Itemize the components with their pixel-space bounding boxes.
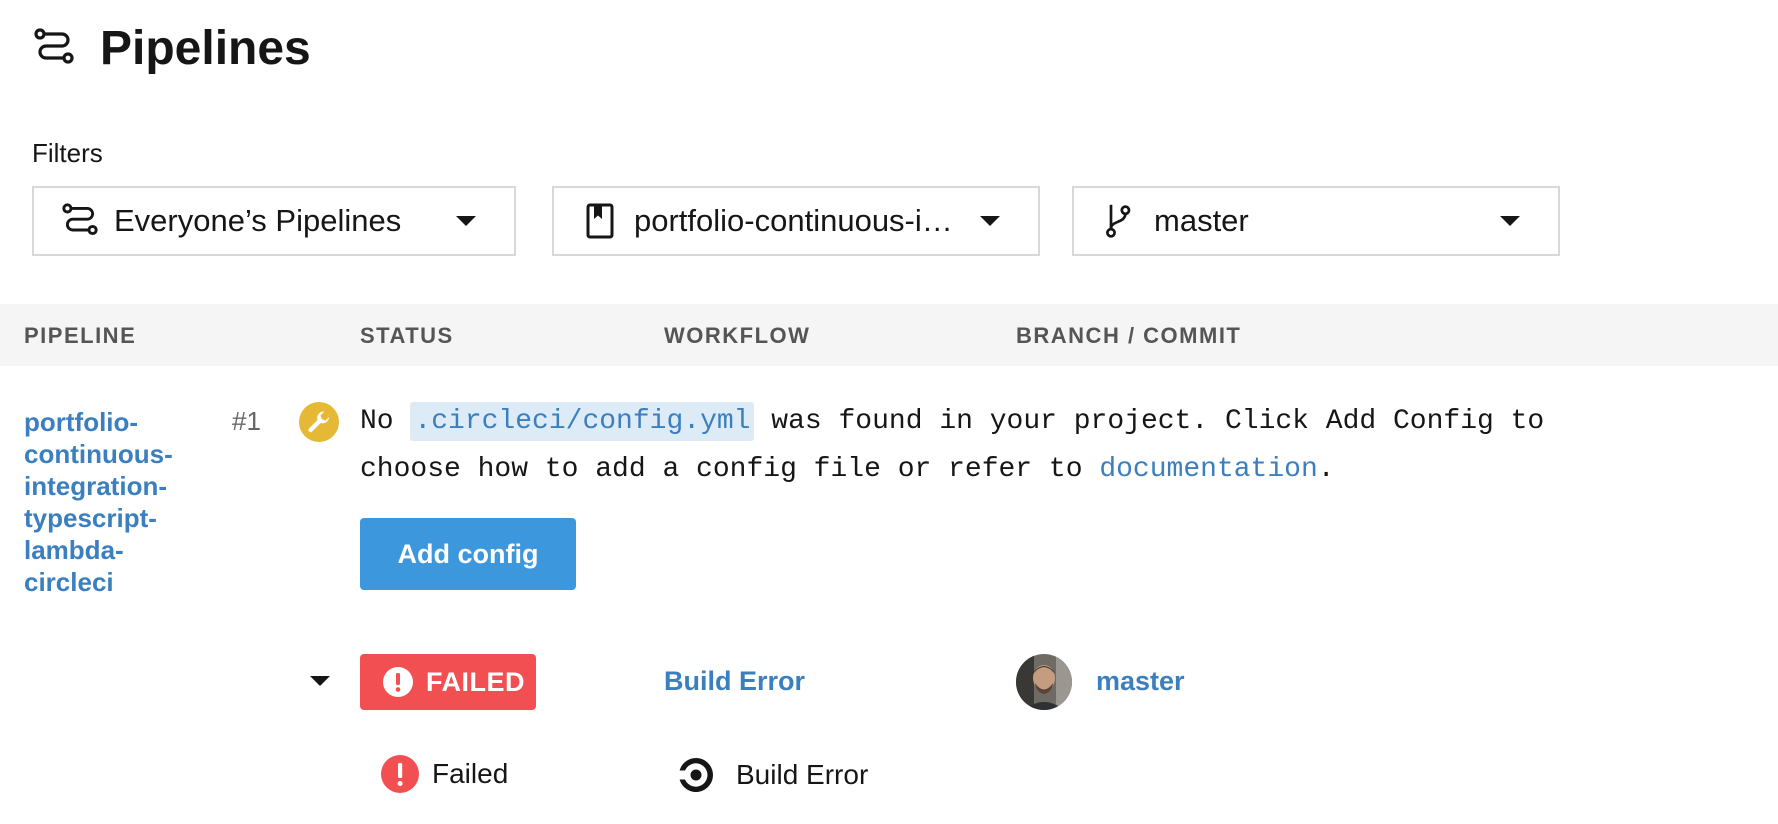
branch-filter-dropdown[interactable]: master — [1072, 186, 1560, 256]
job-name-label: Build Error — [736, 759, 869, 790]
message-suffix: . — [1317, 454, 1335, 485]
chevron-down-icon — [1500, 216, 1520, 226]
table-header: PIPELINE STATUS WORKFLOW BRANCH / COMMIT — [0, 304, 1778, 366]
config-path-code: .circleci/config.yml — [410, 402, 755, 441]
pipeline-name-line: continuous- — [24, 439, 173, 469]
job-status-label: Failed — [432, 758, 509, 789]
column-header-workflow: WORKFLOW — [664, 323, 811, 348]
branch-filter-value: master — [1154, 203, 1249, 238]
chevron-down-icon — [456, 216, 476, 226]
avatar-image — [1016, 654, 1072, 710]
pipelines-filter-dropdown[interactable]: Everyone’s Pipelines — [32, 186, 516, 256]
pipeline-name-line: circleci — [24, 567, 114, 597]
wrench-icon — [308, 411, 330, 433]
pipelines-filter-value: Everyone’s Pipelines — [114, 203, 402, 238]
failed-status-label: FAILED — [426, 666, 526, 697]
circleci-logo-icon — [679, 758, 713, 792]
setup-status-badge — [299, 402, 339, 442]
project-filter-dropdown[interactable]: portfolio-continuous-i… — [552, 186, 1040, 256]
message-prefix: No — [360, 406, 411, 437]
pipelines-icon — [62, 203, 98, 236]
job-name-link[interactable]: Build Error — [674, 754, 868, 796]
column-header-pipeline: PIPELINE — [24, 323, 137, 348]
branch-link[interactable]: master — [1096, 666, 1185, 697]
page-title: Pipelines — [100, 21, 311, 75]
pipelines-icon — [34, 28, 74, 64]
pipeline-name-line: integration- — [24, 471, 167, 501]
project-filter-value: portfolio-continuous-i… — [634, 203, 953, 238]
page-header: Pipelines — [34, 16, 311, 80]
pipeline-name-line: lambda- — [24, 535, 124, 565]
failed-status-badge[interactable]: FAILED — [360, 654, 536, 710]
documentation-link[interactable]: documentation — [1099, 454, 1317, 485]
git-branch-icon — [1106, 204, 1131, 238]
exclamation-circle-icon — [381, 755, 419, 793]
no-config-message: No .circleci/config.yml was found in you… — [360, 398, 1560, 494]
filters-label: Filters — [32, 138, 103, 168]
expand-workflow-caret-icon[interactable] — [310, 676, 330, 686]
add-config-button[interactable]: Add config — [360, 518, 576, 590]
pipeline-name-line: typescript- — [24, 503, 157, 533]
column-header-status: STATUS — [360, 323, 454, 348]
chevron-down-icon — [980, 216, 1000, 226]
pipeline-name-line: portfolio- — [24, 407, 139, 437]
bookmark-icon — [586, 203, 614, 239]
pipeline-name-link[interactable]: portfolio- continuous- integration- type… — [24, 406, 194, 598]
pipeline-number: #1 — [232, 406, 261, 436]
avatar — [1016, 654, 1072, 710]
exclamation-circle-icon — [383, 667, 413, 697]
column-header-branch-commit: BRANCH / COMMIT — [1016, 323, 1242, 348]
job-status: Failed — [380, 754, 508, 794]
workflow-link[interactable]: Build Error — [664, 666, 805, 697]
